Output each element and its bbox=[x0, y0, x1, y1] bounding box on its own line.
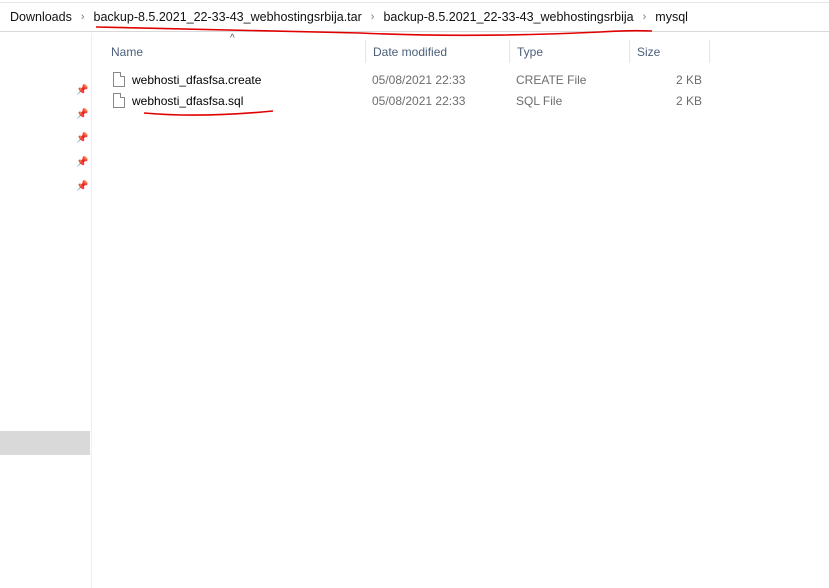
column-header-type[interactable]: Type bbox=[510, 40, 630, 63]
file-icon bbox=[113, 93, 125, 108]
address-bar[interactable]: Downloads › backup-8.5.2021_22-33-43_web… bbox=[0, 2, 829, 32]
file-size: 2 KB bbox=[675, 73, 702, 87]
chevron-right-icon[interactable]: › bbox=[643, 11, 647, 23]
chevron-right-icon[interactable]: › bbox=[371, 11, 375, 23]
navigation-pane[interactable]: 📌 📌 📌 📌 📌 bbox=[0, 33, 92, 588]
breadcrumb-mysql[interactable]: mysql bbox=[655, 10, 688, 24]
file-name: webhosti_dfasfsa.sql bbox=[132, 94, 244, 108]
pin-icon[interactable]: 📌 bbox=[76, 181, 88, 193]
file-name: webhosti_dfasfsa.create bbox=[132, 73, 262, 87]
file-icon bbox=[113, 72, 125, 87]
pin-icon[interactable]: 📌 bbox=[76, 157, 88, 169]
breadcrumb-tar[interactable]: backup-8.5.2021_22-33-43_webhostingsrbij… bbox=[94, 10, 362, 24]
file-type: CREATE File bbox=[516, 73, 587, 87]
column-header-size[interactable]: Size bbox=[630, 40, 710, 63]
file-size: 2 KB bbox=[675, 94, 702, 108]
file-row[interactable]: webhosti_dfasfsa.sql 05/08/2021 22:33 SQ… bbox=[104, 91, 714, 112]
breadcrumb-backup-folder[interactable]: backup-8.5.2021_22-33-43_webhostingsrbij… bbox=[383, 10, 633, 24]
column-header-name[interactable]: Name bbox=[104, 40, 366, 63]
file-date: 05/08/2021 22:33 bbox=[372, 94, 466, 108]
breadcrumb-downloads[interactable]: Downloads bbox=[10, 10, 72, 24]
pin-icon[interactable]: 📌 bbox=[76, 109, 88, 121]
pin-icon[interactable]: 📌 bbox=[76, 133, 88, 145]
chevron-right-icon[interactable]: › bbox=[81, 11, 85, 23]
nav-selected-item[interactable] bbox=[0, 431, 90, 455]
file-row[interactable]: webhosti_dfasfsa.create 05/08/2021 22:33… bbox=[104, 70, 714, 91]
file-type: SQL File bbox=[516, 94, 563, 108]
column-header-date[interactable]: Date modified bbox=[366, 40, 510, 63]
pin-icon[interactable]: 📌 bbox=[76, 85, 88, 97]
file-date: 05/08/2021 22:33 bbox=[372, 73, 466, 87]
